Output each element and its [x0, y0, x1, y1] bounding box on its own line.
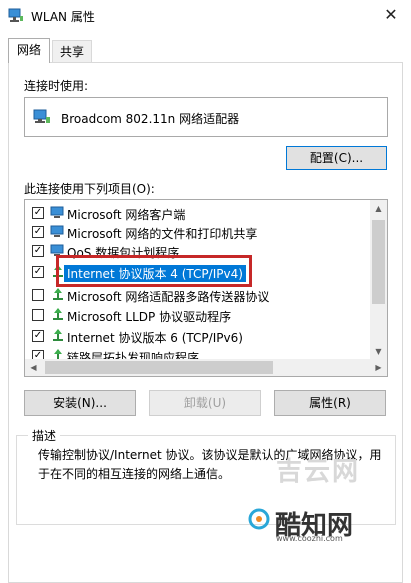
network-client-icon	[50, 225, 64, 237]
window-title: WLAN 属性	[31, 10, 95, 24]
title-bar: WLAN 属性 ✕	[0, 0, 411, 31]
adapter-name: Broadcom 802.11n 网络适配器	[61, 112, 240, 126]
tab-bar: 网络 共享	[0, 38, 411, 63]
item-checkbox[interactable]: ✓	[32, 207, 44, 219]
horizontal-scroll-thumb[interactable]	[45, 361, 273, 374]
vertical-scrollbar[interactable]: ▲ ▼	[370, 200, 387, 360]
uninstall-button[interactable]: 卸载(U)	[149, 390, 261, 416]
scroll-up-icon[interactable]: ▲	[370, 200, 387, 217]
item-checkbox[interactable]	[32, 309, 44, 321]
network-client-icon	[50, 206, 64, 218]
scroll-right-icon[interactable]: ▶	[370, 359, 387, 376]
item-checkbox[interactable]: ✓	[32, 266, 44, 278]
item-checkbox[interactable]: ✓	[32, 245, 44, 257]
protocol-icon	[53, 329, 63, 341]
list-item[interactable]: ✓ Microsoft 网络客户端	[25, 204, 371, 222]
tab-network[interactable]: 网络	[8, 38, 50, 63]
protocol-icon	[53, 288, 63, 300]
vertical-scroll-thumb[interactable]	[372, 220, 385, 304]
close-button[interactable]: ✕	[377, 3, 405, 27]
network-adapter-icon	[33, 109, 50, 123]
connect-using-label: 连接时使用:	[24, 79, 89, 93]
install-button[interactable]: 安装(N)...	[24, 390, 136, 416]
item-checkbox[interactable]	[32, 289, 44, 301]
configure-button[interactable]: 配置(C)...	[286, 146, 387, 170]
items-label: 此连接使用下列项目(O):	[24, 182, 155, 196]
item-checkbox[interactable]: ✓	[32, 226, 44, 238]
tab-sharing[interactable]: 共享	[52, 40, 92, 62]
item-label: Microsoft 网络的文件和打印机共享	[67, 227, 258, 241]
item-checkbox[interactable]: ✓	[32, 330, 44, 342]
item-label: Internet 协议版本 6 (TCP/IPv6)	[67, 331, 243, 345]
description-title: 描述	[28, 427, 61, 444]
network-adapter-icon	[8, 8, 23, 22]
list-item[interactable]: Microsoft 网络适配器多路传送器协议	[25, 286, 371, 304]
properties-button[interactable]: 属性(R)	[274, 390, 386, 416]
list-item[interactable]: Microsoft LLDP 协议驱动程序	[25, 306, 371, 324]
list-item[interactable]: ✓ Microsoft 网络的文件和打印机共享	[25, 223, 371, 241]
items-list[interactable]: ✓ Microsoft 网络客户端 ✓ Microsoft 网络的文件和打印机共…	[24, 199, 388, 377]
list-item[interactable]: ✓ Internet 协议版本 6 (TCP/IPv6)	[25, 327, 371, 345]
adapter-field: Broadcom 802.11n 网络适配器	[24, 97, 388, 137]
item-label: Microsoft 网络客户端	[67, 208, 186, 222]
item-label: Microsoft LLDP 协议驱动程序	[67, 310, 232, 324]
scroll-down-icon[interactable]: ▼	[370, 343, 387, 360]
horizontal-scrollbar[interactable]: ◀ ▶	[25, 359, 387, 376]
protocol-icon	[53, 308, 63, 320]
annotation-highlight	[56, 255, 252, 287]
scroll-left-icon[interactable]: ◀	[25, 359, 42, 376]
item-label: Microsoft 网络适配器多路传送器协议	[67, 290, 270, 304]
description-text: 传输控制协议/Internet 协议。该协议是默认的广域网络协议，用于在不同的相…	[38, 448, 382, 481]
